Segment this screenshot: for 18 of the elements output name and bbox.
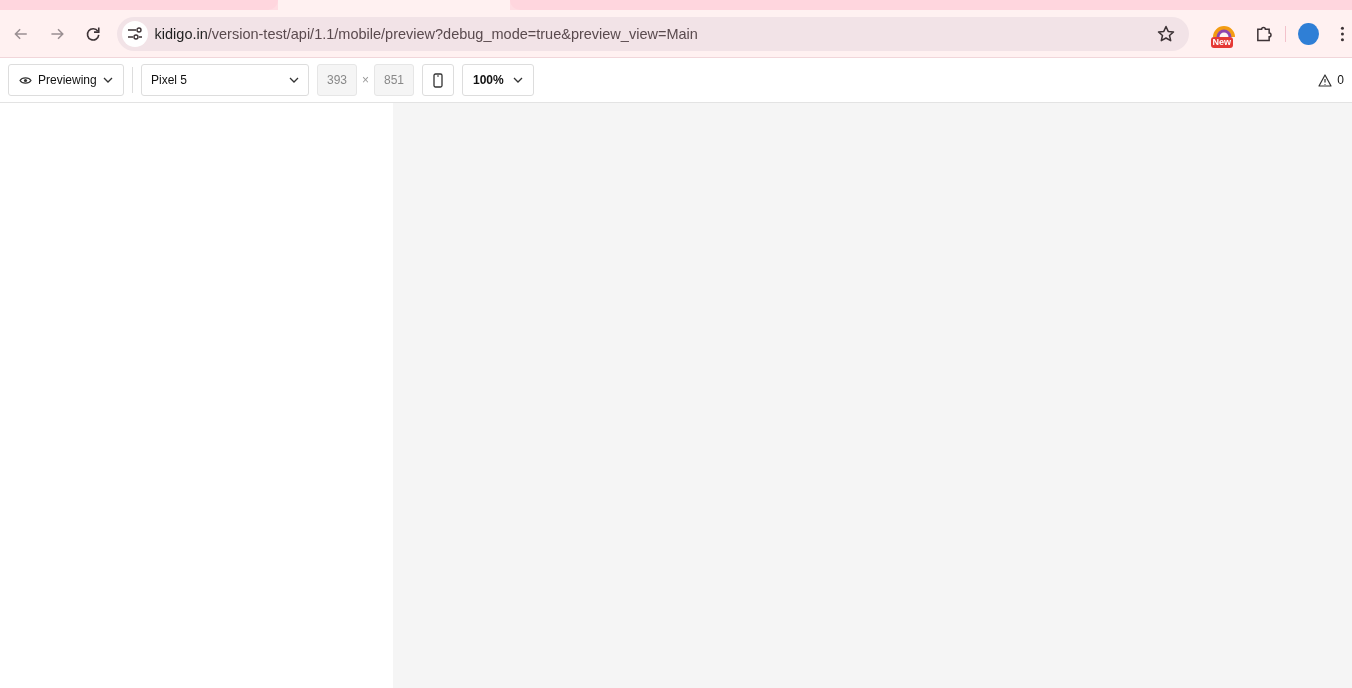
new-badge: New — [1210, 36, 1234, 48]
eye-icon — [19, 75, 32, 85]
zoom-dropdown[interactable]: 100% — [462, 64, 534, 96]
phone-icon — [433, 72, 443, 88]
profile-avatar[interactable] — [1298, 22, 1320, 45]
dimension-separator: × — [362, 73, 369, 87]
warning-icon[interactable] — [1318, 73, 1333, 87]
rotate-button[interactable] — [422, 64, 454, 96]
chevron-down-icon — [513, 77, 523, 83]
warning-count: 0 — [1337, 73, 1344, 87]
bookmark-star-icon[interactable] — [1156, 24, 1175, 43]
preview-mode-dropdown[interactable]: Previewing — [8, 64, 124, 96]
url-text: kidigo.in/version-test/api/1.1/mobile/preview?debug_mode=true&preview_view=Main — [154, 25, 699, 42]
device-dropdown[interactable]: Pixel 5 — [141, 64, 309, 96]
address-bar[interactable]: kidigo.in/version-test/api/1.1/mobile/preview?debug_mode=true&preview_view=Main — [116, 16, 1189, 51]
chevron-down-icon — [289, 77, 299, 83]
site-settings-icon[interactable] — [126, 26, 143, 41]
chevron-down-icon — [102, 77, 113, 83]
